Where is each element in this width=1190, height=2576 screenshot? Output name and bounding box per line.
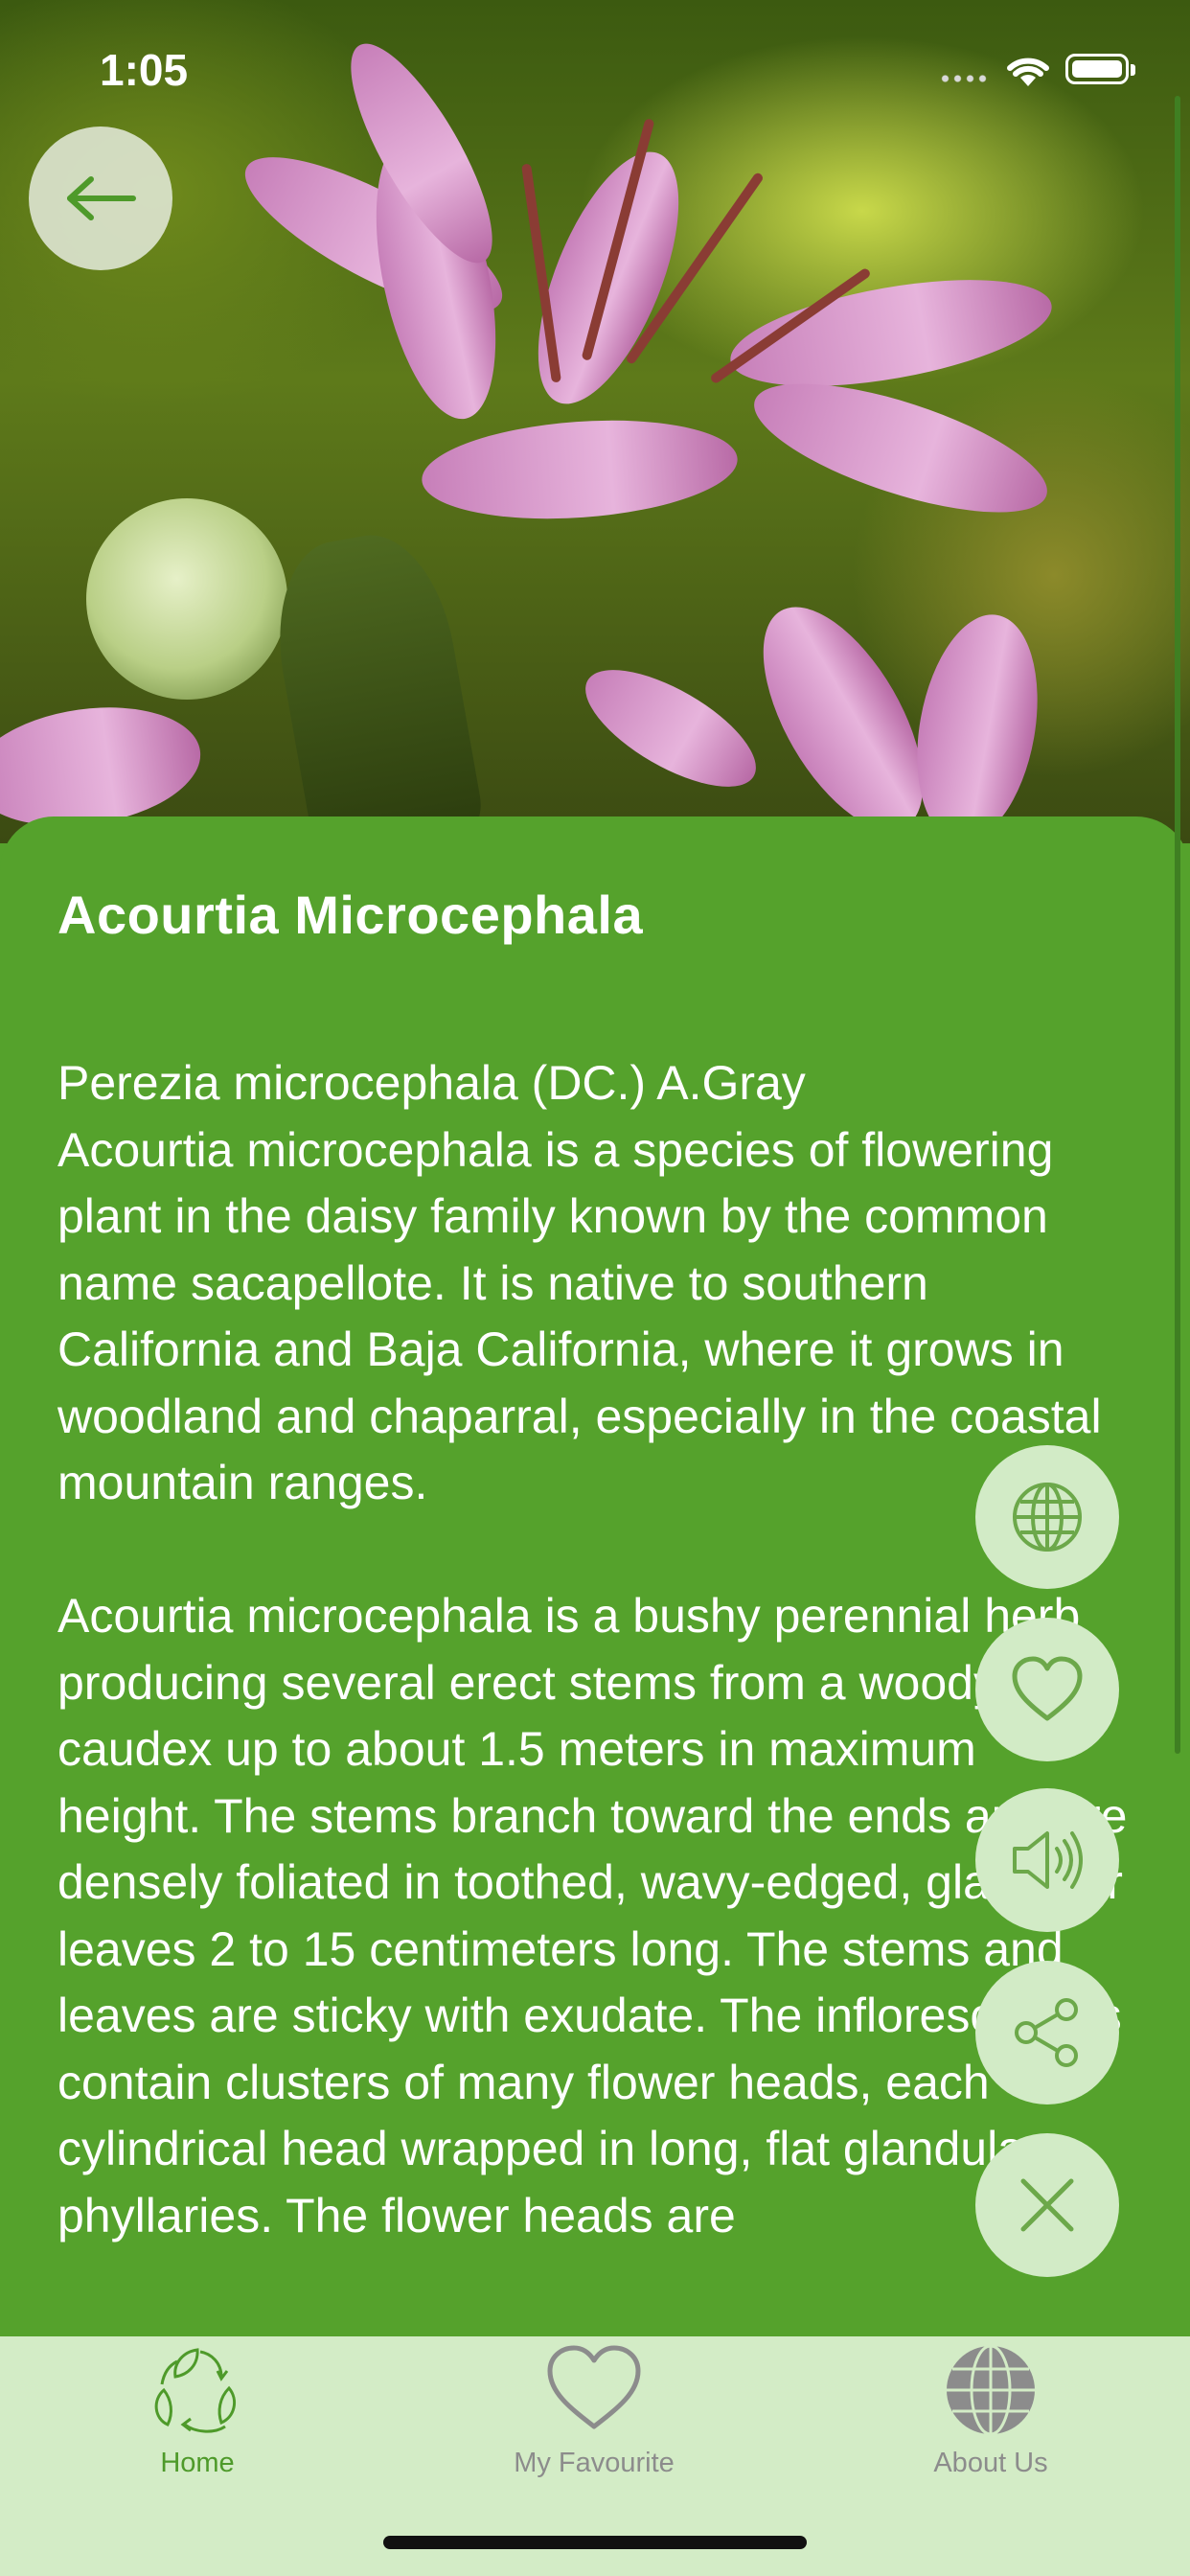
tab-my-favourite-label: My Favourite (514, 2448, 675, 2478)
speaker-icon (1013, 1831, 1083, 1889)
share-icon (1015, 1998, 1078, 2067)
back-button[interactable] (29, 126, 172, 270)
tab-my-favourite[interactable]: My Favourite (450, 2336, 738, 2509)
heart-icon (1012, 1656, 1083, 1721)
battery-icon (1065, 54, 1135, 84)
heart-icon (547, 2345, 641, 2429)
wifi-icon (1007, 58, 1049, 86)
tab-home[interactable]: Home (54, 2336, 341, 2509)
cellular-signal-icon (939, 75, 991, 82)
globe-icon (1013, 1483, 1082, 1552)
share-button[interactable] (975, 1961, 1119, 2104)
scrollbar-track (1175, 96, 1180, 1754)
tab-about-us-label: About Us (933, 2448, 1048, 2478)
close-icon (1020, 2178, 1074, 2232)
plant-title: Acourtia Microcephala (57, 885, 644, 945)
home-indicator (383, 2536, 807, 2549)
plant-description: Perezia microcephala (DC.) A.Gray Acourt… (57, 1056, 1127, 2242)
speak-button[interactable] (975, 1788, 1119, 1932)
status-time: 1:05 (100, 45, 189, 95)
back-arrow-icon (67, 176, 136, 220)
website-button[interactable] (975, 1445, 1119, 1589)
tab-about-us[interactable]: About Us (847, 2336, 1134, 2509)
tab-home-label: Home (160, 2448, 235, 2478)
close-button[interactable] (975, 2133, 1119, 2277)
plant-photo (0, 0, 1190, 843)
globe-icon (947, 2344, 1035, 2436)
leaf-recycle-icon (154, 2348, 237, 2433)
favourite-button[interactable] (975, 1618, 1119, 1761)
